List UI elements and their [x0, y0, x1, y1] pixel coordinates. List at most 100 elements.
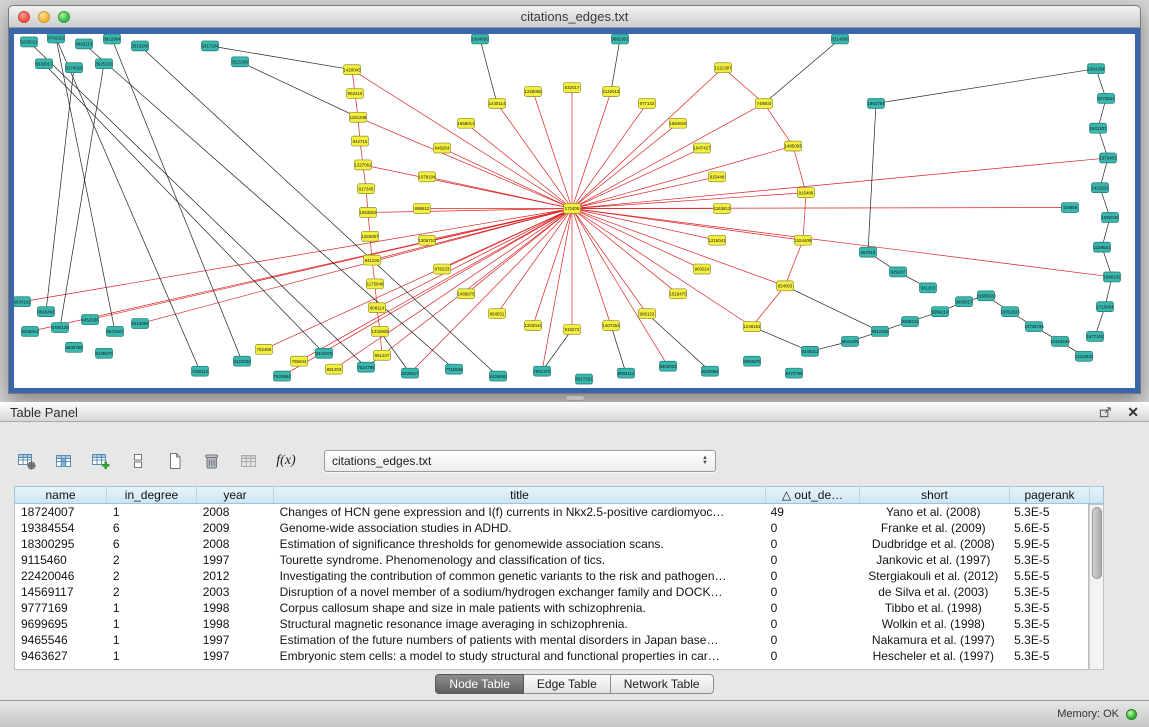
graph-node[interactable]: 9861302	[611, 34, 629, 44]
cell-title[interactable]: Investigating the contribution of common…	[274, 568, 765, 584]
cell-out_degree[interactable]: 0	[765, 520, 859, 536]
graph-node[interactable]: 8280954	[701, 366, 719, 376]
graph-node[interactable]: 1332805	[371, 327, 389, 337]
new-table-button[interactable]	[160, 448, 190, 475]
graph-node[interactable]: 988122	[639, 309, 656, 319]
column-header-pagerank[interactable]: pagerank	[1010, 487, 1090, 503]
cell-title[interactable]: Estimation of significance thresholds fo…	[274, 536, 765, 552]
cell-pagerank[interactable]: 5.3E-5	[1008, 552, 1088, 568]
graph-node[interactable]: 1407253	[602, 321, 620, 331]
graph-node[interactable]: 9994114	[932, 307, 949, 317]
cell-short[interactable]: de Silva et al. (2003)	[858, 584, 1008, 600]
cell-title[interactable]: Genome-wide association studies in ADHD.	[274, 520, 765, 536]
graph-node[interactable]: 941203	[920, 283, 937, 293]
add-column-button[interactable]	[86, 448, 116, 475]
cell-in_degree[interactable]: 1	[107, 600, 197, 616]
cell-name[interactable]: 9465546	[15, 632, 107, 648]
graph-node[interactable]: 8230617	[401, 368, 419, 378]
cell-title[interactable]: Embryonic stem cells: a model to study s…	[274, 648, 765, 664]
graph-node[interactable]: 832017	[564, 83, 581, 93]
graph-node[interactable]: 917345	[358, 184, 375, 194]
graph-node[interactable]: 977143	[639, 98, 656, 108]
zoom-window-button[interactable]	[58, 11, 70, 23]
graph-node[interactable]: 748503	[756, 98, 773, 108]
graph-node[interactable]: 1306710	[418, 235, 436, 245]
table-row[interactable]: 977716911998Corpus callosum shape and si…	[15, 600, 1088, 616]
graph-node[interactable]: 115958	[1062, 203, 1079, 213]
graph-node[interactable]: 891203	[326, 364, 343, 374]
cell-name[interactable]: 18724007	[15, 504, 107, 520]
cell-title[interactable]: Disruption of a novel member of a sodium…	[274, 584, 765, 600]
graph-node[interactable]: 1175049	[367, 279, 384, 289]
cell-out_degree[interactable]: 0	[765, 584, 859, 600]
graph-node[interactable]: 8214906	[831, 34, 849, 44]
cell-pagerank[interactable]: 5.3E-5	[1008, 648, 1088, 664]
graph-node[interactable]: 864531	[489, 309, 506, 319]
cell-year[interactable]: 1997	[197, 632, 274, 648]
column-header-in_degree[interactable]: in_degree	[107, 487, 197, 503]
cell-out_degree[interactable]: 0	[765, 536, 859, 552]
graph-node[interactable]: 9255011	[21, 37, 38, 47]
table-row[interactable]: 2242004622012Investigating the contribut…	[15, 568, 1088, 584]
graph-node[interactable]: 8560493	[37, 307, 55, 317]
graph-node[interactable]: 7450112	[192, 366, 209, 376]
cell-title[interactable]: Structural magnetic resonance image aver…	[274, 616, 765, 632]
cell-short[interactable]: Dudbridge et al. (2008)	[858, 536, 1008, 552]
cell-out_degree[interactable]: 0	[765, 600, 859, 616]
graph-node[interactable]: 8803033	[659, 361, 677, 371]
graph-node[interactable]: 10052823	[1000, 307, 1020, 317]
cell-name[interactable]: 9699695	[15, 616, 107, 632]
graph-node[interactable]: 8671947	[106, 327, 124, 337]
table-row[interactable]: 1872400712008Changes of HCN gene express…	[15, 504, 1088, 520]
cell-short[interactable]: Stergiakouli et al. (2012)	[858, 568, 1008, 584]
graph-node[interactable]: 1159581	[1094, 242, 1111, 252]
table-row[interactable]: 969969511998Structural magnetic resonanc…	[15, 616, 1088, 632]
graph-node[interactable]: 961247	[374, 350, 391, 360]
cell-name[interactable]: 22420046	[15, 568, 107, 584]
graph-node[interactable]: 9452036	[81, 315, 99, 325]
graph-node[interactable]: 1132013	[603, 87, 620, 97]
scrollbar-thumb[interactable]	[1092, 507, 1102, 579]
cell-pagerank[interactable]: 5.3E-5	[1008, 632, 1088, 648]
graph-node[interactable]: 10366920	[976, 291, 996, 301]
cell-pagerank[interactable]: 5.3E-5	[1008, 600, 1088, 616]
graph-node[interactable]: 918273	[564, 325, 581, 335]
graph-node[interactable]: 903214	[694, 264, 711, 274]
graph-node[interactable]: 9174026	[65, 63, 83, 73]
cell-year[interactable]: 2008	[197, 504, 274, 520]
graph-node[interactable]: 1858012	[457, 118, 475, 128]
cell-out_degree[interactable]: 49	[765, 504, 859, 520]
graph-node[interactable]: 8122033	[233, 356, 251, 366]
graph-node[interactable]: 9034182	[14, 297, 31, 307]
graph-node[interactable]: 867919	[860, 247, 877, 257]
graph-node[interactable]: 8790125	[51, 323, 69, 333]
graph-node[interactable]: 1420043	[343, 65, 361, 75]
graph-node[interactable]: 1181209	[350, 112, 367, 122]
graph-node[interactable]: 1098102	[1103, 272, 1121, 282]
cell-out_degree[interactable]: 0	[765, 648, 859, 664]
cell-short[interactable]: Nakamura et al. (1997)	[858, 632, 1008, 648]
graph-node[interactable]: 8426459	[489, 371, 507, 381]
graph-node[interactable]: 1677102	[1086, 331, 1104, 341]
graph-node[interactable]: 9313858	[131, 319, 149, 329]
row-view-button[interactable]	[123, 448, 153, 475]
cell-short[interactable]: Yano et al. (2008)	[858, 504, 1008, 520]
graph-node[interactable]: 9513208	[131, 41, 149, 51]
graph-node[interactable]: 1710054	[1096, 302, 1114, 312]
graph-node[interactable]: 172405	[564, 204, 581, 214]
graph-node[interactable]: 1983794	[867, 98, 885, 108]
close-window-button[interactable]	[18, 11, 30, 23]
graph-node[interactable]: 9612308	[871, 327, 889, 337]
graph-node[interactable]: 842715	[352, 136, 369, 146]
cell-title[interactable]: Tourette syndrome. Phenomenology and cla…	[274, 552, 765, 568]
graph-node[interactable]: 1154409	[795, 235, 812, 245]
column-header-title[interactable]: title	[274, 487, 766, 503]
graph-node[interactable]: 10424629	[1050, 336, 1070, 346]
cell-pagerank[interactable]: 5.6E-5	[1008, 520, 1088, 536]
graph-node[interactable]: 9273841	[1097, 93, 1115, 103]
graph-node[interactable]: 9245012	[801, 346, 819, 356]
cell-short[interactable]: Jankovic et al. (1997)	[858, 552, 1008, 568]
column-header-out_degree[interactable]: △ out_de…	[766, 487, 860, 503]
cell-year[interactable]: 1997	[197, 648, 274, 664]
cell-in_degree[interactable]: 6	[107, 520, 197, 536]
